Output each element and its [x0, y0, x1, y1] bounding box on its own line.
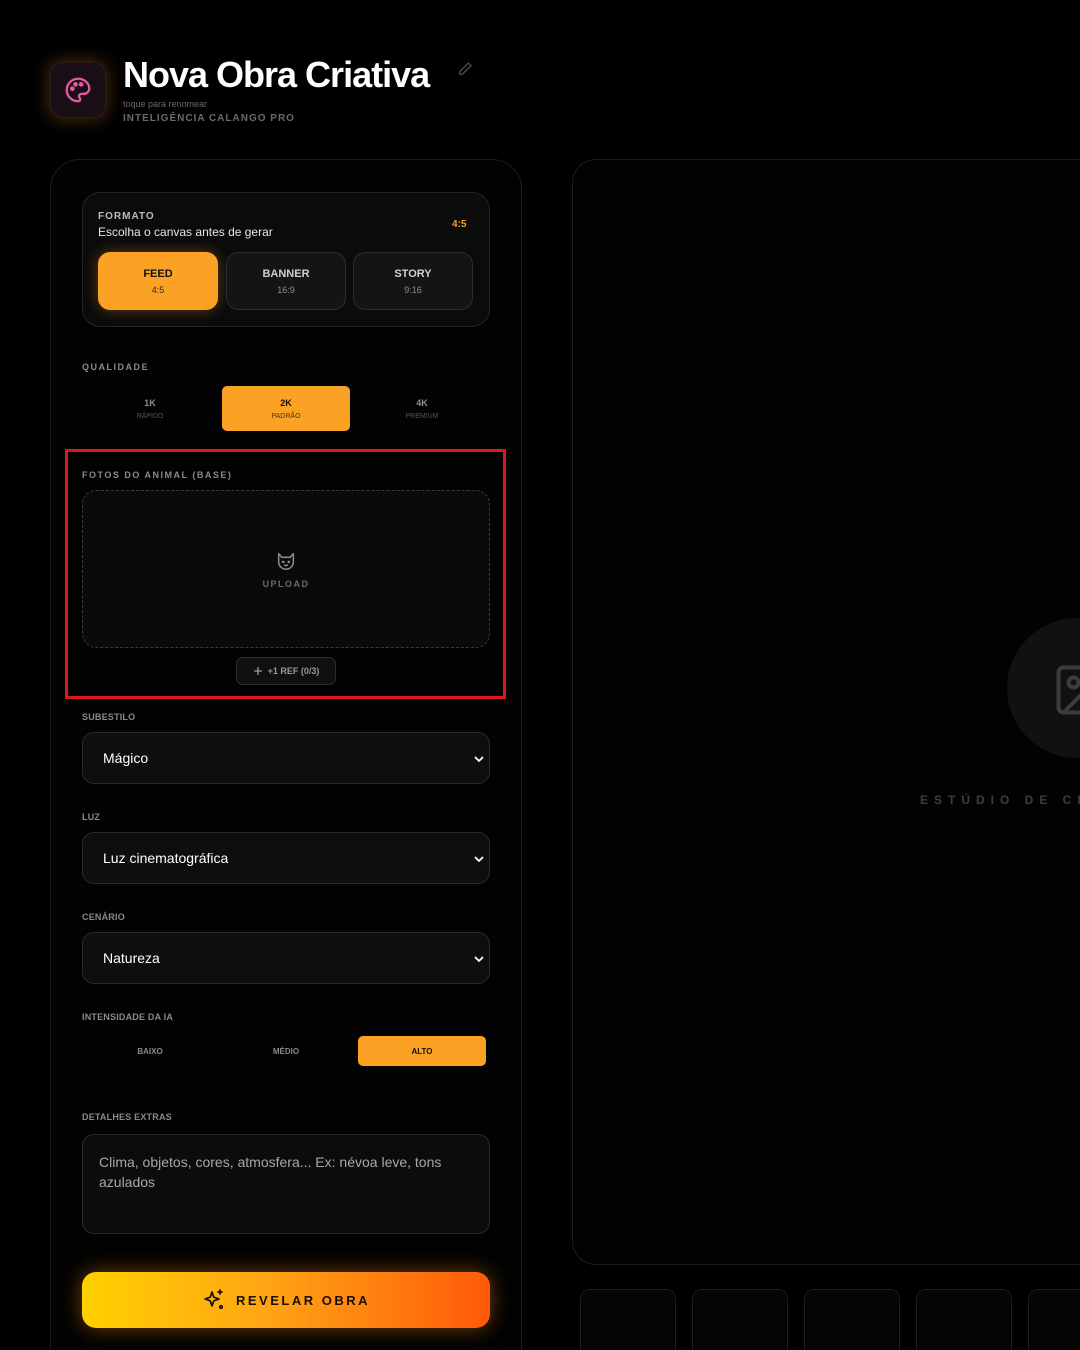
history-thumbnail[interactable]: [804, 1289, 900, 1350]
reveal-button[interactable]: REVELAR OBRA: [82, 1272, 490, 1328]
light-select[interactable]: Luz cinematográfica: [82, 832, 490, 884]
format-description: Escolha o canvas antes de gerar: [98, 225, 273, 239]
format-option-ratio: 9:16: [404, 284, 422, 295]
add-ref-button[interactable]: +1 REF (0/3): [236, 657, 336, 685]
light-value: Luz cinematográfica: [103, 850, 229, 866]
quality-option-label: 2K: [280, 397, 292, 408]
quality-option-sub: PADRÃO: [271, 412, 301, 420]
format-current-ratio: 4:5: [452, 219, 467, 230]
quality-option-label: 4K: [416, 397, 428, 408]
format-option-label: STORY: [394, 267, 432, 280]
light-label: LUZ: [82, 812, 101, 822]
plus-icon: [253, 667, 262, 675]
studio-placeholder-text: ESTÚDIO DE CR: [920, 793, 1080, 807]
intensity-label: INTENSIDADE DA IA: [82, 1012, 174, 1022]
history-thumbnail[interactable]: [692, 1289, 788, 1350]
reveal-label: REVELAR OBRA: [235, 1292, 370, 1308]
scenery-label: CENÁRIO: [82, 912, 125, 922]
scenery-select[interactable]: Natureza: [82, 932, 490, 984]
format-option-label: FEED: [143, 267, 173, 280]
history-thumbnail[interactable]: [1028, 1289, 1080, 1350]
intensity-high-button[interactable]: ALTO: [358, 1036, 486, 1066]
format-label: FORMATO: [98, 211, 155, 222]
intensity-medium-button[interactable]: MÉDIO: [222, 1036, 350, 1066]
quality-4k-button[interactable]: 4K PREMIUM: [358, 386, 486, 431]
chevron-down-icon: [474, 756, 484, 762]
quality-option-sub: RÁPIDO: [136, 412, 164, 420]
chevron-down-icon: [474, 856, 484, 862]
brand-label: INTELIGÊNCIA CALANGO PRO: [123, 113, 295, 124]
upload-label: UPLOAD: [262, 578, 310, 589]
format-banner-button[interactable]: BANNER 16:9: [226, 252, 346, 310]
format-option-label: BANNER: [262, 267, 310, 280]
app-icon: [50, 62, 106, 118]
upload-dropzone[interactable]: UPLOAD: [82, 490, 490, 648]
format-option-ratio: 16:9: [277, 284, 295, 295]
page-title[interactable]: Nova Obra Criativa: [123, 54, 430, 96]
quality-label: QUALIDADE: [82, 362, 149, 372]
chevron-down-icon: [474, 956, 484, 962]
format-option-ratio: 4:5: [151, 284, 165, 295]
details-textarea[interactable]: Clima, objetos, cores, atmosfera... Ex: …: [82, 1134, 490, 1234]
substyle-select[interactable]: Mágico: [82, 732, 490, 784]
history-thumbnail[interactable]: [916, 1289, 1012, 1350]
scenery-value: Natureza: [103, 950, 160, 966]
palette-icon: [65, 77, 91, 103]
history-thumbnail[interactable]: [580, 1289, 676, 1350]
image-icon: [1056, 665, 1080, 715]
photos-label: FOTOS DO ANIMAL (BASE): [82, 470, 233, 480]
studio-canvas: ESTÚDIO DE CR: [572, 159, 1080, 1265]
substyle-label: SUBESTILO: [82, 712, 136, 722]
pencil-icon[interactable]: [457, 61, 473, 77]
quality-2k-button[interactable]: 2K PADRÃO: [222, 386, 350, 431]
format-story-button[interactable]: STORY 9:16: [353, 252, 473, 310]
quality-option-sub: PREMIUM: [405, 412, 439, 420]
details-label: DETALHES EXTRAS: [82, 1112, 172, 1122]
add-ref-label: +1 REF (0/3): [267, 666, 320, 676]
sparkles-icon: [204, 1289, 224, 1310]
cat-icon: [277, 552, 295, 570]
quality-option-label: 1K: [144, 397, 156, 408]
quality-1k-button[interactable]: 1K RÁPIDO: [86, 386, 214, 431]
intensity-low-button[interactable]: BAIXO: [86, 1036, 214, 1066]
substyle-value: Mágico: [103, 750, 149, 766]
format-feed-button[interactable]: FEED 4:5: [98, 252, 218, 310]
rename-hint: toque para renomear: [123, 99, 208, 109]
